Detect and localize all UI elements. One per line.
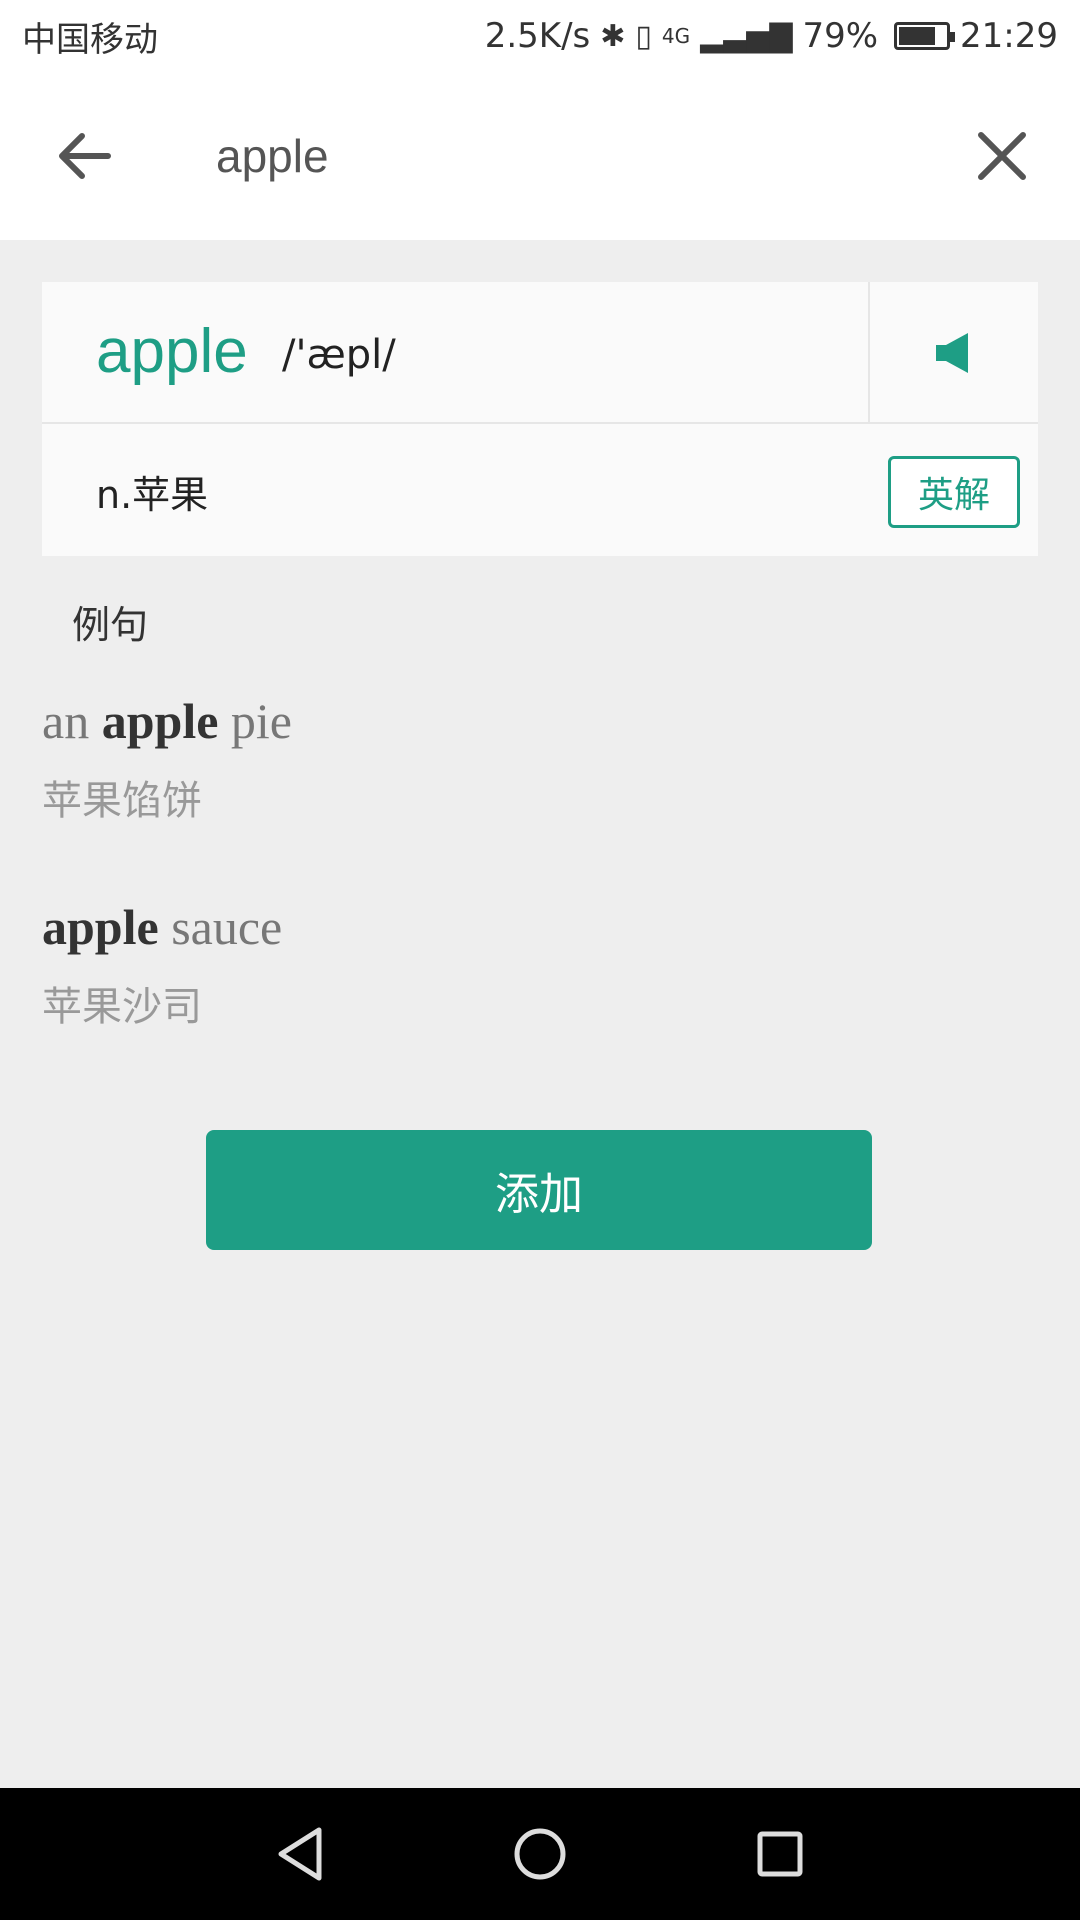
speaker-icon (936, 333, 968, 373)
square-recents-icon (757, 1831, 803, 1877)
examples-heading: 例句 (72, 603, 149, 647)
english-definition-button[interactable]: 英解 (888, 456, 1020, 528)
back-button[interactable] (48, 120, 120, 192)
bluetooth-icon: ✱ (600, 18, 626, 54)
carrier-label: 中国移动 (22, 19, 158, 60)
meaning-row: n.苹果 英解 (42, 424, 1038, 556)
nav-recents-button[interactable] (740, 1814, 820, 1894)
signal-icon: ▂▃▅▇ (700, 18, 793, 54)
navigation-bar (0, 1788, 1080, 1920)
word-card: apple /'æpl/ n.苹果 英解 (42, 282, 1038, 556)
nav-back-button[interactable] (260, 1814, 340, 1894)
battery-icon (894, 22, 956, 50)
nav-home-button[interactable] (500, 1814, 580, 1894)
circle-home-icon (514, 1828, 566, 1880)
example-item: apple sauce 苹果沙司 (42, 898, 282, 1032)
search-input[interactable] (216, 124, 916, 188)
triangle-back-icon (278, 1827, 322, 1881)
add-button[interactable]: 添加 (206, 1130, 872, 1250)
close-icon (978, 132, 1026, 180)
vibrate-icon: ▯ (635, 18, 652, 54)
example-translation: 苹果沙司 (42, 984, 202, 1030)
status-bar: 中国移动 2.5K/s ✱ ▯ 4G ▂▃▅▇ 79% 21:29 (0, 0, 1080, 72)
example-item: an apple pie 苹果馅饼 (42, 692, 292, 826)
clock: 21:29 (960, 16, 1058, 56)
clear-button[interactable] (966, 120, 1038, 192)
arrow-left-icon (59, 133, 111, 179)
phonetic: /'æpl/ (282, 332, 396, 378)
network-speed: 2.5K/s (484, 16, 591, 56)
example-sentence: apple sauce (42, 899, 283, 955)
search-bar (0, 72, 1080, 240)
headword: apple (96, 317, 248, 386)
pronounce-button[interactable] (868, 282, 1038, 424)
network-type: 4G (661, 24, 691, 48)
battery-percent: 79% (802, 16, 879, 56)
example-sentence: an apple pie (42, 693, 292, 749)
word-header: apple /'æpl/ (42, 282, 1038, 424)
status-indicators: 2.5K/s ✱ ▯ 4G ▂▃▅▇ 79% 21:29 (485, 16, 1058, 56)
definition: n.苹果 (96, 473, 209, 517)
example-translation: 苹果馅饼 (42, 778, 202, 824)
